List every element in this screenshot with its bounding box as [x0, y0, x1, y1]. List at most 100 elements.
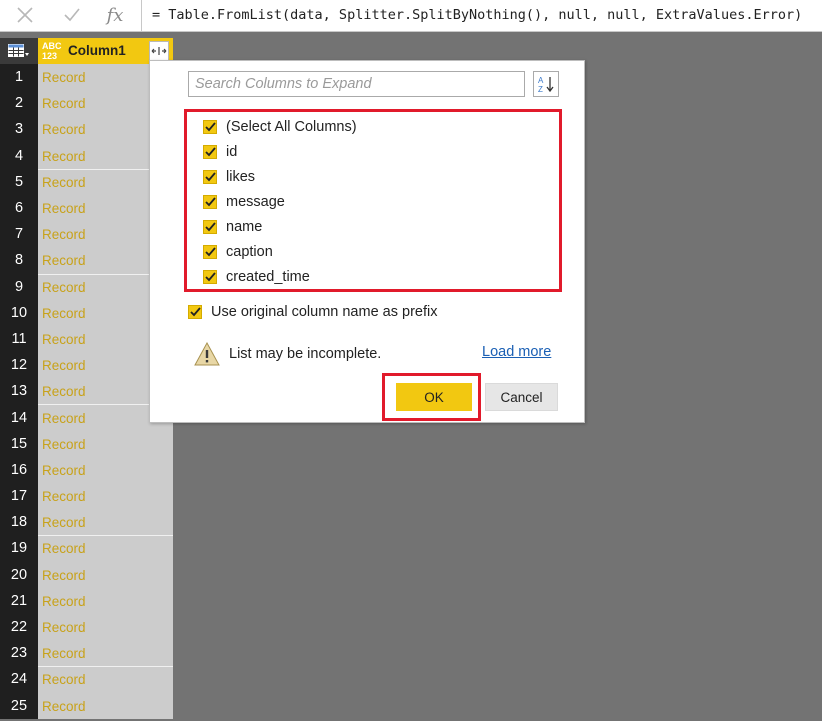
- table-row[interactable]: 17 Record: [0, 483, 173, 510]
- row-number[interactable]: 17: [0, 483, 38, 510]
- any-type-icon[interactable]: ABC 123: [42, 41, 64, 61]
- row-number[interactable]: 15: [0, 430, 38, 457]
- record-cell[interactable]: Record: [38, 587, 173, 614]
- row-number[interactable]: 16: [0, 456, 38, 483]
- table-row[interactable]: 22 Record: [0, 613, 173, 641]
- column-name: Column1: [68, 43, 126, 58]
- column-option[interactable]: created_time: [203, 266, 310, 288]
- column-checkbox[interactable]: [203, 195, 217, 209]
- table-menu-button[interactable]: [0, 38, 38, 64]
- sort-az-icon: A Z: [538, 76, 554, 93]
- row-number[interactable]: 24: [0, 666, 38, 693]
- record-cell[interactable]: Record: [38, 561, 173, 588]
- table-row[interactable]: 19 Record: [0, 535, 173, 562]
- type-icon-abc: ABC: [42, 41, 62, 51]
- warning-text: List may be incomplete.: [229, 346, 382, 362]
- prefix-option[interactable]: Use original column name as prefix: [188, 301, 437, 323]
- type-icon-123: 123: [42, 51, 58, 61]
- table-row[interactable]: 25 Record: [0, 692, 173, 719]
- table-row[interactable]: 3 Record: [0, 116, 173, 143]
- row-number[interactable]: 10: [0, 299, 38, 326]
- column-checkbox[interactable]: [203, 120, 217, 134]
- column-option-label: caption: [226, 244, 273, 260]
- column-option-label: likes: [226, 169, 256, 185]
- record-cell[interactable]: Record: [38, 613, 173, 641]
- table-row[interactable]: 11 Record: [0, 325, 173, 353]
- column-option[interactable]: caption: [203, 241, 273, 263]
- table-row[interactable]: 13 Record: [0, 378, 173, 405]
- ok-button[interactable]: OK: [396, 383, 472, 411]
- record-cell[interactable]: Record: [38, 535, 173, 562]
- check-icon[interactable]: [57, 0, 87, 30]
- table-row[interactable]: 1 Record: [0, 64, 173, 91]
- column-option[interactable]: likes: [203, 166, 255, 188]
- row-number[interactable]: 8: [0, 247, 38, 274]
- table-row[interactable]: 8 Record: [0, 247, 173, 274]
- table-row[interactable]: 16 Record: [0, 456, 173, 483]
- column-checkbox[interactable]: [203, 220, 217, 234]
- table-row[interactable]: 5 Record: [0, 168, 173, 195]
- record-cell[interactable]: Record: [38, 640, 173, 667]
- row-number[interactable]: 23: [0, 640, 38, 667]
- column-option[interactable]: name: [203, 216, 262, 238]
- table-row[interactable]: 2 Record: [0, 90, 173, 117]
- record-cell[interactable]: Record: [38, 456, 173, 483]
- column-checkbox[interactable]: [203, 245, 217, 259]
- row-number[interactable]: 21: [0, 587, 38, 614]
- row-number[interactable]: 22: [0, 613, 38, 641]
- formula-bar: fx = Table.FromList(data, Splitter.Split…: [0, 0, 822, 32]
- checkmark-icon: [204, 197, 216, 207]
- record-cell[interactable]: Record: [38, 692, 173, 719]
- record-cell[interactable]: Record: [38, 430, 173, 457]
- prefix-checkbox[interactable]: [188, 305, 202, 319]
- table-row[interactable]: 9 Record: [0, 273, 173, 300]
- column-option[interactable]: message: [203, 191, 285, 213]
- column-option[interactable]: (Select All Columns): [203, 116, 357, 138]
- table-row[interactable]: 21 Record: [0, 587, 173, 614]
- row-number[interactable]: 4: [0, 142, 38, 169]
- table-row[interactable]: 10 Record: [0, 299, 173, 326]
- row-number[interactable]: 14: [0, 404, 38, 431]
- row-number[interactable]: 11: [0, 325, 38, 353]
- close-icon[interactable]: [10, 0, 40, 30]
- row-number[interactable]: 5: [0, 168, 38, 195]
- record-cell[interactable]: Record: [38, 483, 173, 510]
- row-number[interactable]: 6: [0, 194, 38, 222]
- row-number[interactable]: 18: [0, 509, 38, 536]
- table-row[interactable]: 20 Record: [0, 561, 173, 588]
- table-row[interactable]: 15 Record: [0, 430, 173, 457]
- cancel-button[interactable]: Cancel: [485, 383, 558, 411]
- formula-input[interactable]: = Table.FromList(data, Splitter.SplitByN…: [152, 0, 802, 30]
- row-number[interactable]: 3: [0, 116, 38, 143]
- record-cell[interactable]: Record: [38, 666, 173, 693]
- table-row[interactable]: 14 Record: [0, 404, 173, 431]
- table-row[interactable]: 7 Record: [0, 221, 173, 248]
- load-more-link[interactable]: Load more: [482, 344, 551, 360]
- row-number[interactable]: 13: [0, 378, 38, 405]
- row-number[interactable]: 7: [0, 221, 38, 248]
- row-number[interactable]: 2: [0, 90, 38, 117]
- column-checkbox[interactable]: [203, 170, 217, 184]
- column-option[interactable]: id: [203, 141, 237, 163]
- table-row[interactable]: 4 Record: [0, 142, 173, 169]
- row-number[interactable]: 12: [0, 352, 38, 379]
- table-row[interactable]: 12 Record: [0, 352, 173, 379]
- table-row[interactable]: 18 Record: [0, 509, 173, 536]
- row-number[interactable]: 1: [0, 64, 38, 91]
- expand-column-button[interactable]: [149, 41, 169, 61]
- row-number[interactable]: 19: [0, 535, 38, 562]
- table-row[interactable]: 23 Record: [0, 640, 173, 667]
- column-checkbox[interactable]: [203, 145, 217, 159]
- sort-ascending-button[interactable]: A Z: [533, 71, 559, 97]
- fx-icon[interactable]: fx: [100, 0, 130, 30]
- warning-icon: [194, 342, 220, 366]
- table-row[interactable]: 6 Record: [0, 194, 173, 222]
- table-row[interactable]: 24 Record: [0, 666, 173, 693]
- expand-icon: [151, 47, 167, 55]
- column-checkbox[interactable]: [203, 270, 217, 284]
- search-columns-input[interactable]: [189, 72, 524, 96]
- record-cell[interactable]: Record: [38, 509, 173, 536]
- row-number[interactable]: 25: [0, 692, 38, 719]
- row-number[interactable]: 9: [0, 273, 38, 300]
- row-number[interactable]: 20: [0, 561, 38, 588]
